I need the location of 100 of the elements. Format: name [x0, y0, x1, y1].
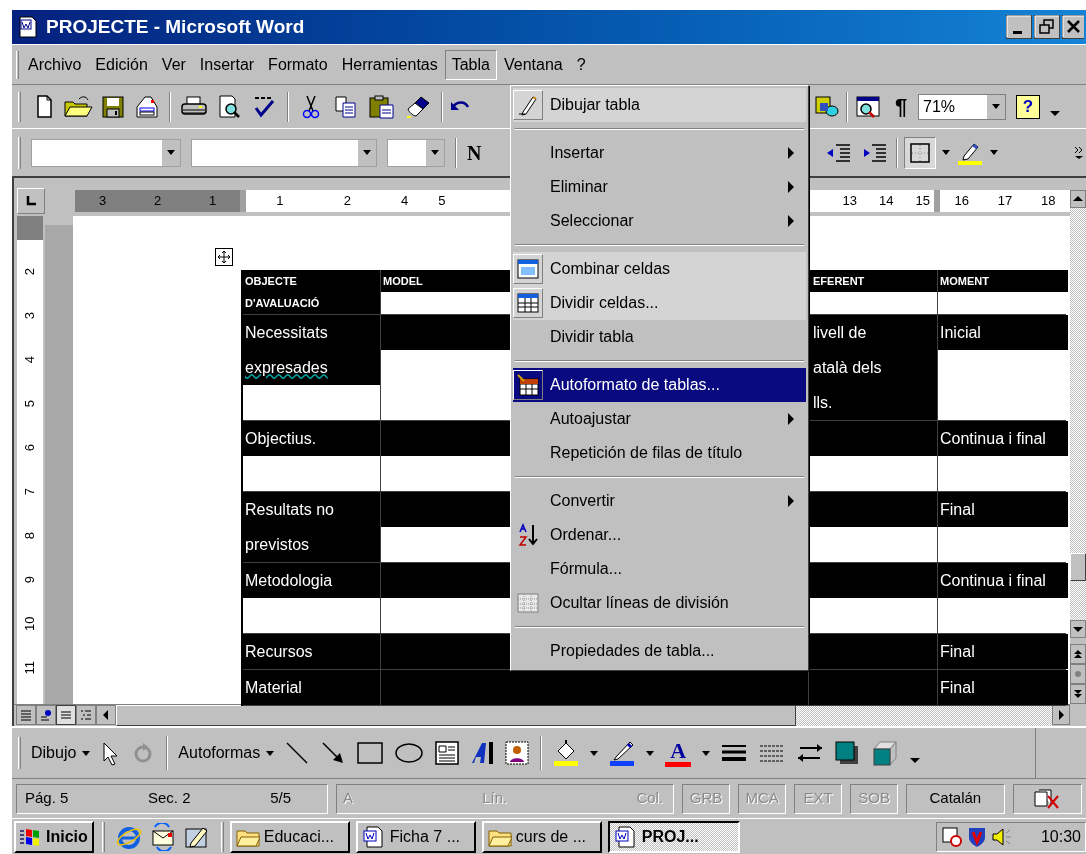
toolbar-options-icon[interactable]	[1074, 145, 1084, 160]
oval-icon[interactable]	[394, 740, 425, 766]
menu-item[interactable]: Eliminar	[513, 170, 806, 204]
speaker-icon[interactable]	[991, 825, 1013, 848]
ruler-number: 1	[276, 192, 284, 211]
ruler-number: 18	[1041, 192, 1056, 211]
column-marker[interactable]	[240, 190, 246, 212]
menu-item[interactable]: Ordenar...	[513, 518, 806, 552]
menu-item[interactable]: Fórmula...	[513, 552, 806, 586]
tab-stop-selector[interactable]	[17, 188, 45, 214]
dropdown-arrow-icon[interactable]	[431, 150, 439, 155]
horizontal-scroll-thumb[interactable]	[116, 705, 796, 726]
ruler-number: 10	[21, 616, 39, 632]
dropdown-arrow-icon	[266, 750, 275, 756]
table-split-icon	[517, 293, 539, 313]
dropdown-arrow-icon[interactable]	[590, 750, 599, 756]
menu-item[interactable]: Insertar	[513, 136, 806, 170]
clip-art-icon[interactable]	[504, 740, 531, 766]
toolbar-options-icon[interactable]	[910, 756, 921, 764]
grid-table-icon	[517, 593, 539, 613]
pen-icon[interactable]	[608, 739, 637, 767]
dropdown-arrow-icon[interactable]	[646, 750, 655, 756]
dropdown-arrow-icon[interactable]	[167, 150, 175, 155]
bold-button[interactable]: N	[467, 137, 482, 168]
menu-item[interactable]: Dividir celdas...	[513, 286, 806, 320]
status-text: Sec. 2	[148, 788, 191, 809]
show-formatting-button[interactable]: ¶	[888, 90, 914, 123]
taskbar-button[interactable]: Educaci...	[229, 820, 350, 853]
outline-view-icon[interactable]	[76, 705, 96, 725]
spelling-status-panel[interactable]	[1012, 783, 1082, 814]
restore-icon[interactable]	[1034, 15, 1060, 39]
menu-item[interactable]: Tabla	[444, 49, 497, 80]
menu-item[interactable]: Formato	[261, 49, 335, 80]
ruler-number: 17	[997, 192, 1013, 211]
minimize-icon[interactable]	[1006, 15, 1032, 39]
ruler-number: 2	[153, 192, 162, 211]
dropdown-arrow-icon[interactable]	[992, 104, 1000, 109]
menu-item[interactable]: Propiedades de tabla...	[513, 634, 806, 668]
scroll-left-icon[interactable]	[96, 705, 116, 725]
status-text: Col.	[636, 788, 664, 809]
menu-item[interactable]: Repetición de filas de título	[513, 436, 806, 470]
wordart-icon[interactable]	[470, 739, 495, 767]
ruler-number: 7	[21, 488, 39, 496]
draw-menu-button[interactable]: Dibujo	[31, 741, 91, 765]
print-layout-icon[interactable]	[56, 705, 76, 725]
menu-item[interactable]: ?	[569, 49, 593, 80]
menu-item[interactable]: Edición	[88, 49, 155, 80]
help-button[interactable]: ?	[1016, 94, 1040, 119]
paint-bucket-icon[interactable]	[552, 739, 581, 767]
taskbar-button[interactable]: PROJ...	[607, 820, 740, 853]
scroll-up-icon[interactable]	[1070, 190, 1086, 208]
window-title: PROJECTE - Microsoft Word	[46, 14, 305, 39]
zoom-combo[interactable]: 71%	[918, 93, 1006, 120]
vertical-scroll-thumb[interactable]	[1070, 553, 1086, 581]
menu-item[interactable]: Dividir tabla	[513, 320, 806, 354]
menu-item[interactable]: Insertar	[192, 49, 262, 80]
dropdown-arrow-icon[interactable]	[990, 150, 998, 155]
rectangle-icon[interactable]	[356, 740, 385, 766]
ruler-number: 6	[21, 444, 39, 452]
close-icon[interactable]	[1062, 15, 1084, 39]
status-text: 5/5	[270, 788, 292, 809]
ruler-number: 2	[343, 192, 351, 211]
status-text: Pág. 5	[25, 788, 69, 809]
dropdown-arrow-icon[interactable]	[363, 150, 371, 155]
menu-item[interactable]: Dibujar tabla	[513, 88, 806, 122]
start-button[interactable]: Inicio	[14, 820, 94, 853]
next-page-icon[interactable]	[1070, 684, 1086, 704]
menu-item[interactable]: Archivo	[21, 49, 89, 80]
menu-item[interactable]: Ver	[154, 49, 193, 80]
dropdown-arrow-icon[interactable]	[942, 150, 950, 155]
border-button[interactable]	[904, 136, 936, 169]
taskbar-button[interactable]: Ficha 7 ...	[355, 820, 476, 853]
web-layout-icon[interactable]	[36, 705, 56, 725]
table-move-handle-icon[interactable]	[215, 248, 233, 266]
menu-item[interactable]: Ventana	[496, 49, 570, 80]
text-box-icon[interactable]	[434, 740, 461, 766]
scheduler-clock-icon[interactable]	[941, 825, 963, 848]
menu-item[interactable]: Autoformato de tablas...	[513, 368, 806, 402]
table-autoformat-icon	[517, 374, 539, 396]
menu-item[interactable]: Seleccionar	[513, 204, 806, 238]
vertical-ruler[interactable]: 2 3 4 5 6 7 8 9 10 11	[17, 216, 43, 704]
previous-page-icon[interactable]	[1070, 644, 1086, 664]
scroll-right-icon[interactable]	[1052, 705, 1070, 725]
ruler-number: 16	[954, 192, 969, 211]
menu-item[interactable]: Combinar celdas	[513, 252, 806, 286]
shield-icon[interactable]	[967, 825, 987, 848]
normal-view-icon[interactable]	[16, 705, 36, 725]
column-marker[interactable]	[934, 190, 940, 212]
language-indicator[interactable]: Catalán	[906, 783, 1005, 814]
font-color-button[interactable]: A	[664, 739, 693, 767]
dropdown-arrow-icon[interactable]	[702, 750, 711, 756]
menu-item[interactable]: Ocultar líneas de división	[513, 586, 806, 620]
taskbar-button[interactable]: curs de ...	[481, 820, 602, 853]
menu-item[interactable]: Convertir	[513, 484, 806, 518]
menu-item[interactable]: Autoajustar	[513, 402, 806, 436]
autoshapes-menu-button[interactable]: Autoformas	[178, 741, 275, 765]
shadow-icon[interactable]	[834, 740, 861, 766]
scroll-down-icon[interactable]	[1070, 620, 1086, 638]
menu-item[interactable]: Herramientas	[334, 49, 445, 80]
toolbar-options-icon[interactable]	[1050, 108, 1060, 117]
